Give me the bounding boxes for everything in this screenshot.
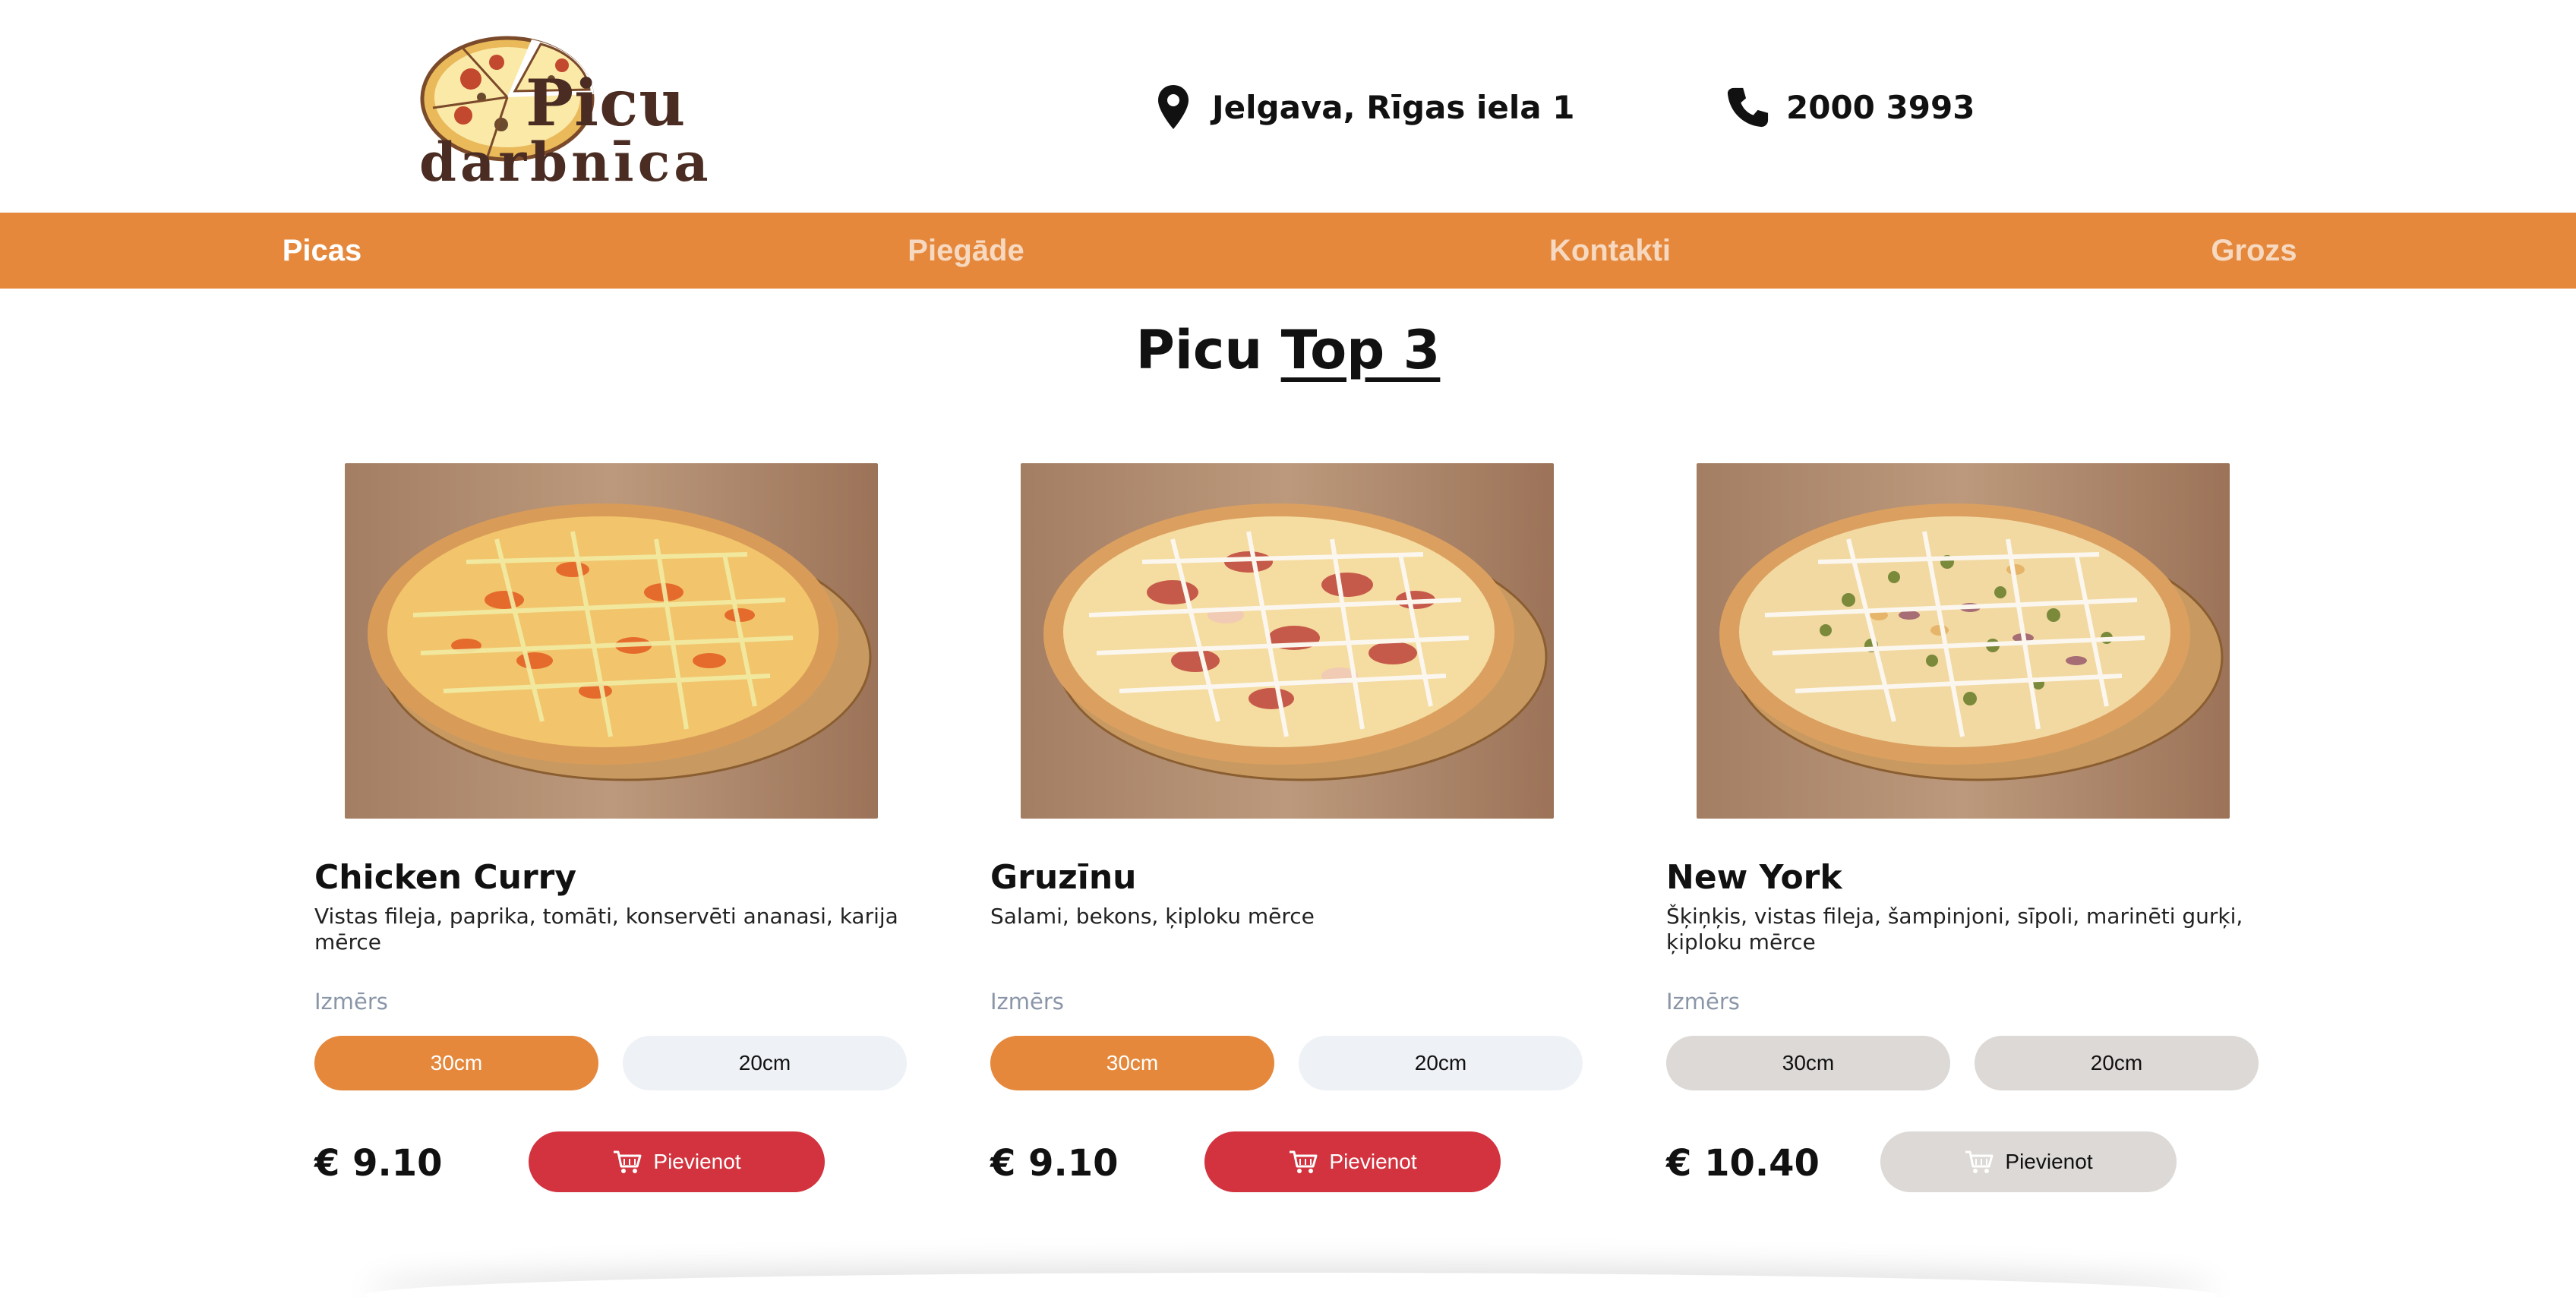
nav-item-kontakti[interactable]: Kontakti	[1288, 213, 1932, 289]
size-label: Izmērs	[1666, 989, 1740, 1015]
size-option-20cm[interactable]: 20cm	[623, 1036, 907, 1090]
section-title-highlight: Top 3	[1280, 319, 1441, 381]
site-header: Picu darbnīca Jelgava, Rīgas iela 1 2000…	[0, 0, 2576, 213]
product-card: Gruzīnu Salami, bekons, ķiploku mērce Iz…	[990, 425, 1613, 1215]
product-card: Chicken Curry Vistas fileja, paprika, to…	[314, 425, 937, 1215]
product-description: Vistas fileja, paprika, tomāti, konservē…	[314, 904, 898, 955]
product-price: € 10.40	[1666, 1142, 1820, 1185]
size-label: Izmērs	[314, 989, 388, 1015]
size-option-20cm[interactable]: 20cm	[1299, 1036, 1583, 1090]
address-text: Jelgava, Rīgas iela 1	[1212, 88, 1575, 126]
cart-icon	[1288, 1150, 1318, 1174]
logo-text-line2: darbnīca	[419, 131, 712, 194]
product-image	[1021, 463, 1554, 819]
phone-block[interactable]: 2000 3993	[1725, 80, 1975, 134]
add-to-cart-label: Pievienot	[1329, 1150, 1417, 1173]
add-to-cart-button[interactable]: Pievienot	[1880, 1131, 2177, 1192]
phone-icon	[1725, 82, 1769, 132]
add-to-cart-label: Pievienot	[2005, 1150, 2093, 1173]
size-option-20cm[interactable]: 20cm	[1975, 1036, 2259, 1090]
logo[interactable]: Picu darbnīca	[418, 18, 709, 194]
product-card: New York Šķiņķis, vistas fileja, šampinj…	[1666, 425, 2289, 1215]
phone-number[interactable]: 2000 3993	[1786, 89, 1975, 126]
product-price: € 9.10	[990, 1142, 1119, 1185]
nav-item-piegade[interactable]: Piegāde	[644, 213, 1288, 289]
add-to-cart-button[interactable]: Pievienot	[1204, 1131, 1501, 1192]
section-title: Picu Top 3	[0, 319, 2576, 381]
product-name: Gruzīnu	[990, 858, 1137, 897]
size-option-30cm[interactable]: 30cm	[314, 1036, 598, 1090]
nav-item-picas[interactable]: Picas	[0, 213, 644, 289]
size-option-30cm[interactable]: 30cm	[1666, 1036, 1950, 1090]
add-to-cart-button[interactable]: Pievienot	[529, 1131, 825, 1192]
cart-icon	[1964, 1150, 1994, 1174]
logo-text-line1: Picu	[526, 65, 687, 140]
product-name: Chicken Curry	[314, 858, 577, 897]
product-name: New York	[1666, 858, 1842, 897]
section-title-prefix: Picu	[1135, 319, 1263, 381]
nav-item-grozs[interactable]: Grozs	[1932, 213, 2576, 289]
size-label: Izmērs	[990, 989, 1064, 1015]
add-to-cart-label: Pievienot	[653, 1150, 741, 1173]
product-image	[1697, 463, 2230, 819]
product-image	[345, 463, 878, 819]
product-description: Šķiņķis, vistas fileja, šampinjoni, sīpo…	[1666, 904, 2243, 955]
size-option-30cm[interactable]: 30cm	[990, 1036, 1274, 1090]
main-nav: Picas Piegāde Kontakti Grozs	[0, 213, 2576, 289]
address-block: Jelgava, Rīgas iela 1	[1151, 80, 1574, 134]
cart-icon	[612, 1150, 642, 1174]
product-description: Salami, bekons, ķiploku mērce	[990, 904, 1315, 929]
product-price: € 9.10	[314, 1142, 443, 1185]
map-pin-icon	[1151, 82, 1195, 132]
next-section-edge	[365, 1273, 2218, 1297]
